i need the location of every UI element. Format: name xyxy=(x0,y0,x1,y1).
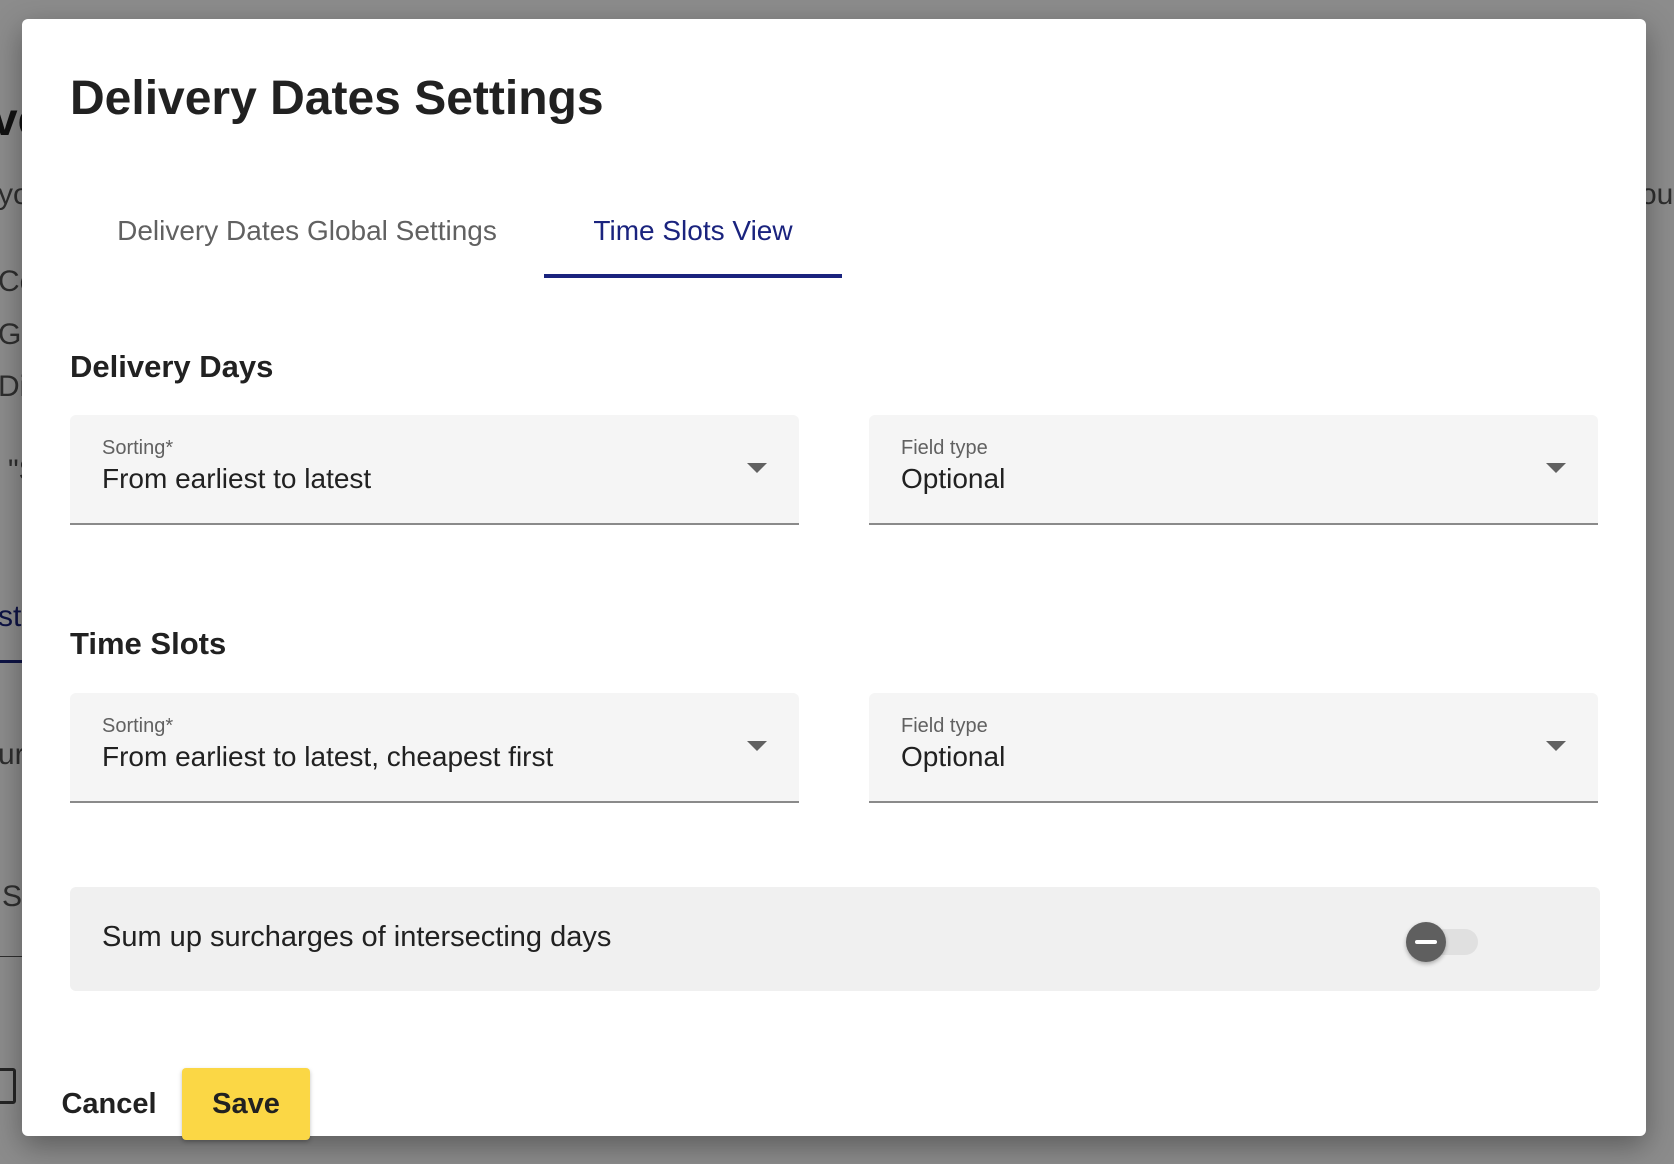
caret-down-icon xyxy=(1546,741,1566,751)
tab-global-settings[interactable]: Delivery Dates Global Settings xyxy=(70,184,544,277)
toggle-thumb xyxy=(1406,922,1446,962)
active-tab-indicator xyxy=(544,274,842,278)
sum-surcharges-toggle[interactable] xyxy=(1406,921,1478,963)
select-value: From earliest to latest, cheapest first xyxy=(102,741,554,772)
caret-down-icon xyxy=(747,741,767,751)
delivery-days-heading: Delivery Days xyxy=(70,349,274,384)
select-label: Sorting* xyxy=(102,437,174,459)
time-slots-sorting-select[interactable]: Sorting* From earliest to latest, cheape… xyxy=(70,693,799,803)
cancel-button[interactable]: Cancel xyxy=(50,1068,168,1140)
minus-icon xyxy=(1415,940,1437,944)
select-value: Optional xyxy=(901,741,1006,772)
select-value: Optional xyxy=(901,463,1006,494)
delivery-days-field-type-select[interactable]: Field type Optional xyxy=(869,415,1598,525)
save-button[interactable]: Save xyxy=(182,1068,310,1140)
select-label: Field type xyxy=(901,715,988,737)
caret-down-icon xyxy=(747,463,767,473)
sum-surcharges-row: Sum up surcharges of intersecting days xyxy=(70,887,1600,991)
sum-surcharges-label: Sum up surcharges of intersecting days xyxy=(102,921,612,953)
select-label: Sorting* xyxy=(102,715,174,737)
select-value: From earliest to latest xyxy=(102,463,372,494)
delivery-days-sorting-select[interactable]: Sorting* From earliest to latest xyxy=(70,415,799,525)
delivery-dates-settings-dialog: Delivery Dates Settings Delivery Dates G… xyxy=(22,19,1646,1140)
time-slots-field-type-select[interactable]: Field type Optional xyxy=(869,693,1598,803)
caret-down-icon xyxy=(1546,463,1566,473)
dialog-title: Delivery Dates Settings xyxy=(70,72,604,125)
tab-time-slots-view[interactable]: Time Slots View xyxy=(544,184,842,277)
time-slots-heading: Time Slots xyxy=(70,626,227,661)
select-label: Field type xyxy=(901,437,988,459)
